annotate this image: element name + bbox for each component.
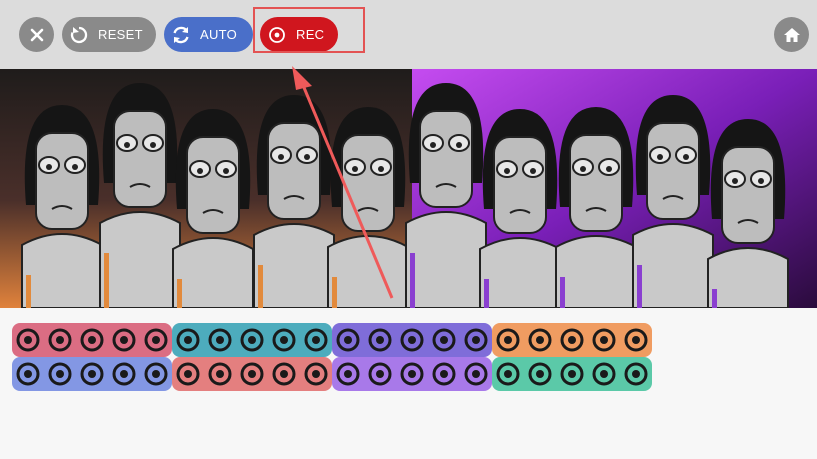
sound-icon-tray <box>12 321 655 393</box>
